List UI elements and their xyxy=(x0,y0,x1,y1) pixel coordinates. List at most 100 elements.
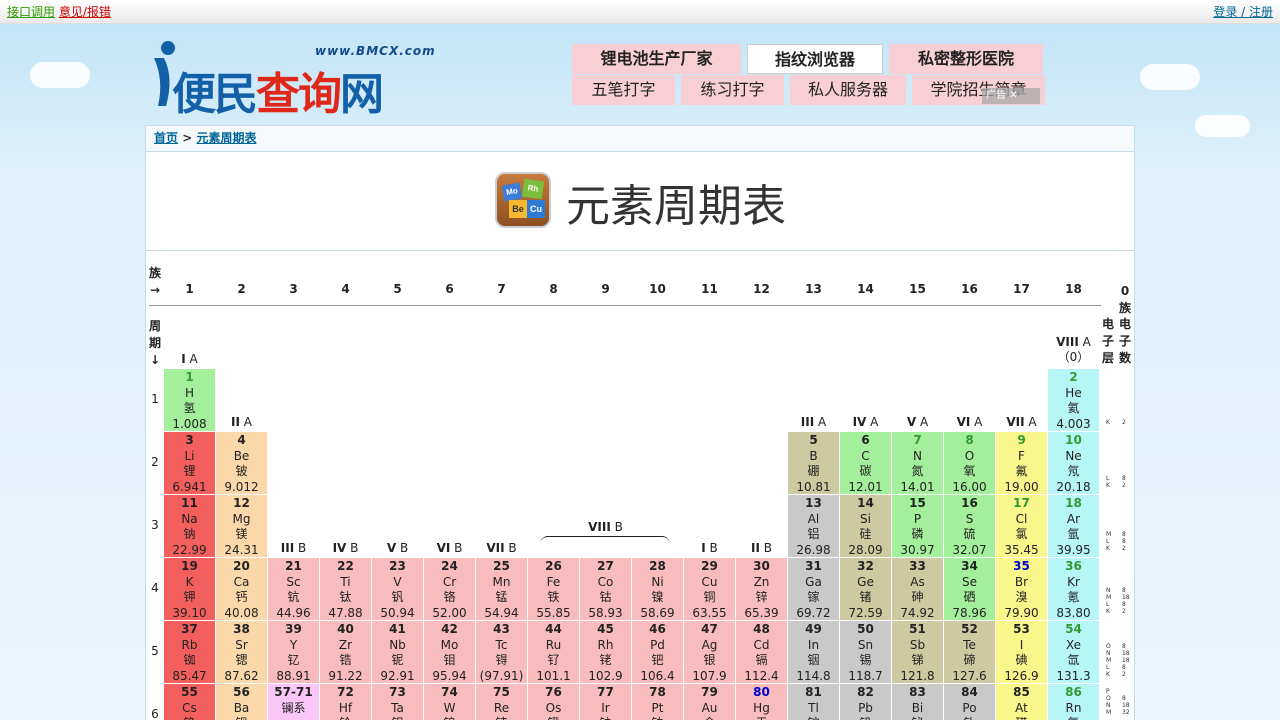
element-cell[interactable]: 20 Ca 钙 40.08 xyxy=(216,558,267,620)
element-cell[interactable]: 78Pt铂 xyxy=(632,684,683,720)
element-cell[interactable]: 31 Ga 镓 69.72 xyxy=(788,558,839,620)
element-cell[interactable]: 32 Ge 锗 72.59 xyxy=(840,558,891,620)
element-cell[interactable]: 25 Mn 锰 54.94 xyxy=(476,558,527,620)
element-cell[interactable]: 6 C 碳 12.01 xyxy=(840,432,891,494)
element-symbol: Pb xyxy=(858,700,873,715)
element-cell[interactable]: 46 Pd 钯 106.4 xyxy=(632,621,683,683)
element-cell[interactable]: 49 In 铟 114.8 xyxy=(788,621,839,683)
element-cell[interactable]: 30 Zn 锌 65.39 xyxy=(736,558,787,620)
element-name-zh: 磷 xyxy=(911,527,924,541)
element-cell[interactable]: 15 P 磷 30.97 xyxy=(892,495,943,557)
ad-link[interactable]: 指纹浏览器 xyxy=(747,44,883,74)
element-cell[interactable]: 72Hf铪 xyxy=(320,684,371,720)
element-cell[interactable]: 54 Xe 氙 131.3 xyxy=(1048,621,1099,683)
element-cell[interactable]: 74W钨 xyxy=(424,684,475,720)
element-cell[interactable]: 7 N 氮 14.01 xyxy=(892,432,943,494)
element-cell[interactable]: 28 Ni 镍 58.69 xyxy=(632,558,683,620)
element-cell[interactable]: 2 He 氦 4.003 xyxy=(1048,369,1099,431)
site-logo[interactable]: www.BMCX.com 便民查询网 xyxy=(150,36,460,120)
element-cell[interactable]: 34 Se 硒 78.96 xyxy=(944,558,995,620)
element-cell[interactable]: 53 I 碘 126.9 xyxy=(996,621,1047,683)
element-cell[interactable]: 76Os锇 xyxy=(528,684,579,720)
element-cell[interactable]: 17 Cl 氯 35.45 xyxy=(996,495,1047,557)
atomic-number: 74 xyxy=(441,685,458,699)
element-cell[interactable]: 73Ta钽 xyxy=(372,684,423,720)
element-cell[interactable]: 52 Te 碲 127.6 xyxy=(944,621,995,683)
element-cell[interactable]: 11 Na 钠 22.99 xyxy=(164,495,215,557)
element-symbol: Si xyxy=(860,511,871,526)
element-cell[interactable]: 23 V 钒 50.94 xyxy=(372,558,423,620)
api-link[interactable]: 接口调用 xyxy=(7,5,55,19)
element-cell[interactable]: 24 Cr 铬 52.00 xyxy=(424,558,475,620)
ad-link[interactable]: 练习打字 xyxy=(681,75,784,105)
element-cell[interactable]: 83Bi铋 xyxy=(892,684,943,720)
breadcrumb-current-link[interactable]: 元素周期表 xyxy=(196,131,256,145)
element-cell[interactable]: 55Cs铯 xyxy=(164,684,215,720)
element-cell[interactable]: 13 Al 铝 26.98 xyxy=(788,495,839,557)
element-cell[interactable]: 38 Sr 锶 87.62 xyxy=(216,621,267,683)
element-cell[interactable]: 4 Be 铍 9.012 xyxy=(216,432,267,494)
element-cell[interactable]: 43 Tc 锝 (97.91) xyxy=(476,621,527,683)
element-cell[interactable]: 12 Mg 镁 24.31 xyxy=(216,495,267,557)
feedback-link[interactable]: 意见/报错 xyxy=(59,5,111,19)
element-cell[interactable]: 42 Mo 钼 95.94 xyxy=(424,621,475,683)
element-cell[interactable]: 37 Rb 铷 85.47 xyxy=(164,621,215,683)
atomic-number: 3 xyxy=(185,433,194,447)
element-cell[interactable]: 27 Co 钴 58.93 xyxy=(580,558,631,620)
element-cell[interactable]: 44 Ru 钌 101.1 xyxy=(528,621,579,683)
element-symbol: Po xyxy=(962,700,977,715)
element-cell[interactable]: 10 Ne 氖 20.18 xyxy=(1048,432,1099,494)
element-cell[interactable]: 22 Ti 钛 47.88 xyxy=(320,558,371,620)
element-cell[interactable]: 86Rn氡 xyxy=(1048,684,1099,720)
element-cell[interactable]: 45 Rh 铑 102.9 xyxy=(580,621,631,683)
ad-link[interactable]: 锂电池生产厂家 xyxy=(572,44,741,74)
element-cell[interactable]: 51 Sb 锑 121.8 xyxy=(892,621,943,683)
atomic-mass: 35.45 xyxy=(1004,542,1039,557)
element-cell[interactable]: 48 Cd 镉 112.4 xyxy=(736,621,787,683)
element-cell[interactable]: 18 Ar 氩 39.95 xyxy=(1048,495,1099,557)
element-cell[interactable]: 19 K 钾 39.10 xyxy=(164,558,215,620)
element-cell[interactable]: 21 Sc 钪 44.96 xyxy=(268,558,319,620)
element-cell[interactable]: 16 S 硫 32.07 xyxy=(944,495,995,557)
element-cell[interactable]: 8 O 氧 16.00 xyxy=(944,432,995,494)
element-cell[interactable]: 47 Ag 银 107.9 xyxy=(684,621,735,683)
group-number: 9 xyxy=(601,282,610,296)
element-cell[interactable]: 40 Zr 锆 91.22 xyxy=(320,621,371,683)
atomic-number: 77 xyxy=(597,685,614,699)
element-cell[interactable]: 79Au金 xyxy=(684,684,735,720)
element-cell[interactable]: 85At砹 xyxy=(996,684,1047,720)
breadcrumb-home-link[interactable]: 首页 xyxy=(154,131,178,145)
element-cell[interactable]: 56Ba钡 xyxy=(216,684,267,720)
element-cell[interactable]: 9 F 氟 19.00 xyxy=(996,432,1047,494)
element-cell[interactable]: 14 Si 硅 28.09 xyxy=(840,495,891,557)
element-cell[interactable]: 36 Kr 氪 83.80 xyxy=(1048,558,1099,620)
element-name-zh: 钛 xyxy=(339,590,352,604)
element-cell[interactable]: 3 Li 锂 6.941 xyxy=(164,432,215,494)
close-icon[interactable]: ✕ xyxy=(1009,90,1017,101)
element-cell[interactable]: 75Re铼 xyxy=(476,684,527,720)
element-cell[interactable]: 26 Fe 铁 55.85 xyxy=(528,558,579,620)
ad-link[interactable]: 私人服务器 xyxy=(790,75,906,105)
element-cell[interactable]: 84Po钋 xyxy=(944,684,995,720)
element-cell[interactable]: 81Tl铊 xyxy=(788,684,839,720)
atomic-number: 26 xyxy=(545,559,562,573)
ad-badge[interactable]: 广告 ✕ xyxy=(982,88,1040,104)
element-cell[interactable]: 5 B 硼 10.81 xyxy=(788,432,839,494)
group-name-viii-a: VIII A （0） xyxy=(1056,335,1091,364)
element-cell[interactable]: 82Pb铅 xyxy=(840,684,891,720)
element-cell[interactable]: 39 Y 钇 88.91 xyxy=(268,621,319,683)
element-cell[interactable]: 57-71 镧系 xyxy=(268,684,319,720)
element-cell[interactable]: 80Hg汞 xyxy=(736,684,787,720)
element-cell[interactable]: 35 Br 溴 79.90 xyxy=(996,558,1047,620)
login-register-link[interactable]: 登录 / 注册 xyxy=(1213,5,1273,19)
element-cell[interactable]: 33 As 砷 74.92 xyxy=(892,558,943,620)
element-cell[interactable]: 41 Nb 铌 92.91 xyxy=(372,621,423,683)
ad-link[interactable]: 私密整形医院 xyxy=(889,44,1043,74)
element-symbol: Ir xyxy=(601,700,610,715)
element-cell[interactable]: 29 Cu 铜 63.55 xyxy=(684,558,735,620)
element-cell[interactable]: 77Ir铱 xyxy=(580,684,631,720)
group-number: 4 xyxy=(341,282,350,296)
element-cell[interactable]: 1 H 氢 1.008 xyxy=(164,369,215,431)
ad-link[interactable]: 五笔打字 xyxy=(572,75,675,105)
element-cell[interactable]: 50 Sn 锡 118.7 xyxy=(840,621,891,683)
